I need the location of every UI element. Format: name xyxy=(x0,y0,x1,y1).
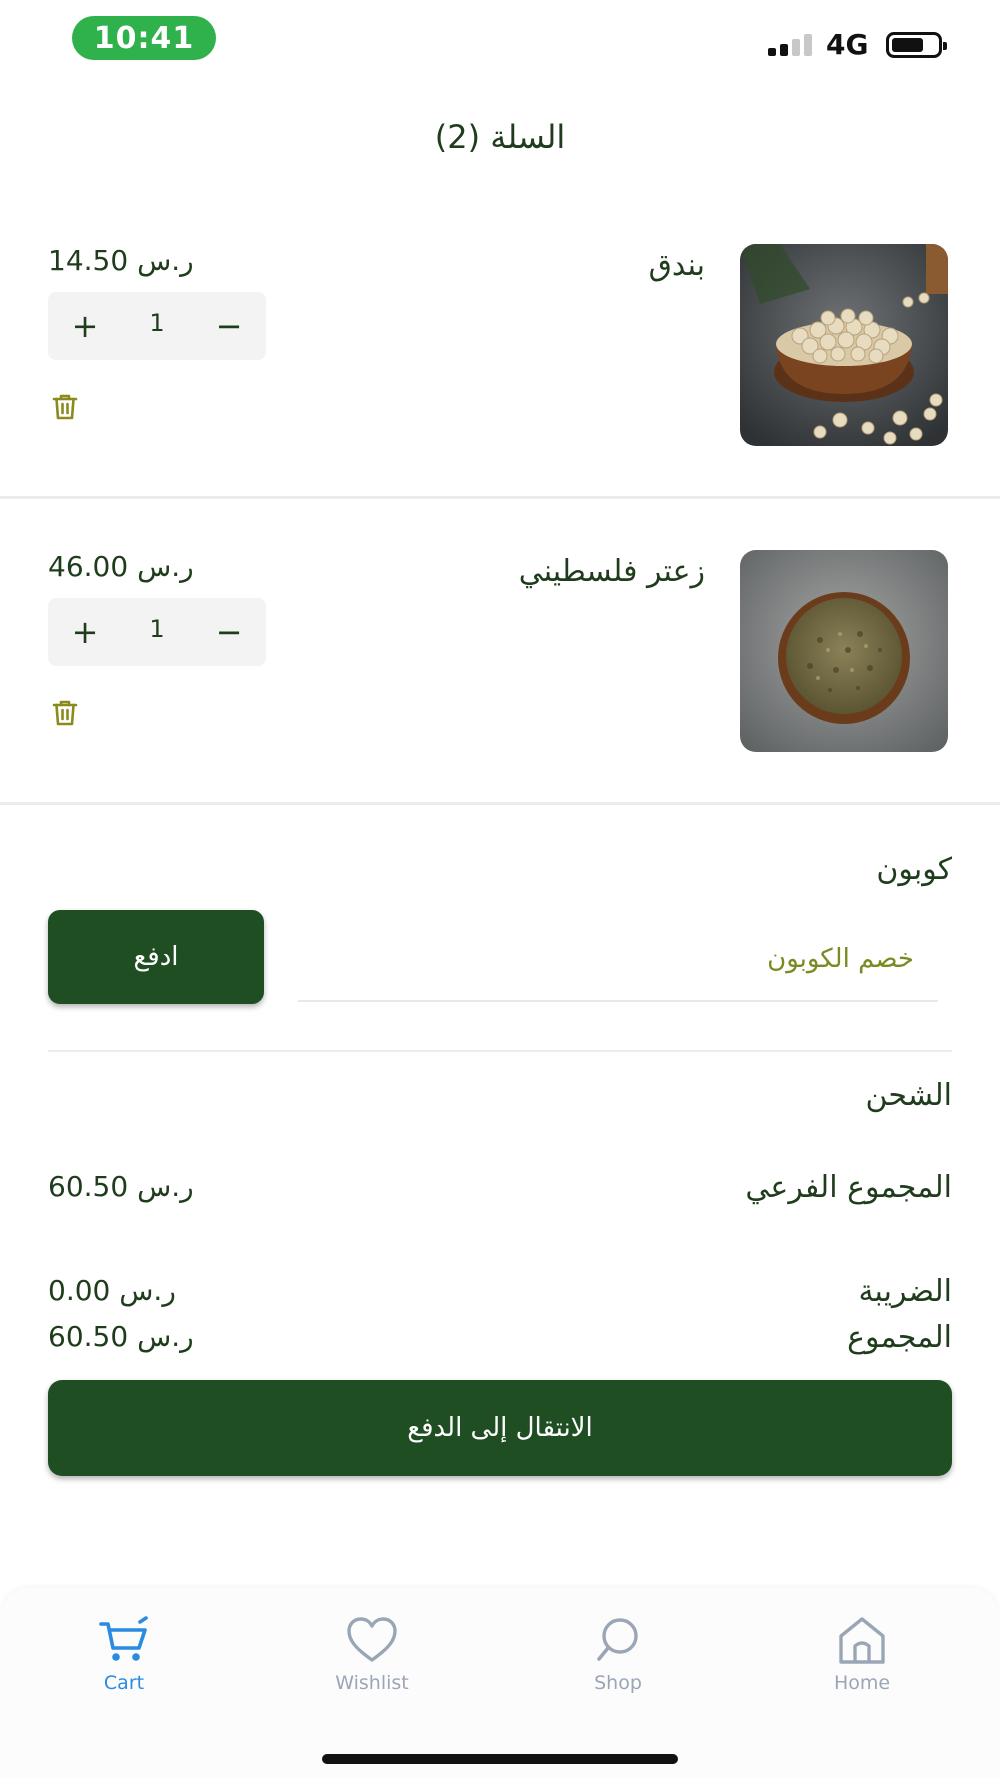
tax-value: ر.س 0.00 xyxy=(48,1274,176,1307)
quantity-value: 1 xyxy=(149,615,165,643)
subtotal-label: المجموع الفرعي xyxy=(745,1170,952,1205)
shipping-label: الشحن xyxy=(865,1078,952,1113)
signal-icon xyxy=(768,34,812,56)
divider xyxy=(48,1050,952,1052)
status-time: 10:41 xyxy=(72,16,216,60)
apply-coupon-button[interactable]: ادفع xyxy=(48,910,264,1004)
product-name[interactable]: زعتر فلسطيني xyxy=(519,554,705,589)
page-title: السلة (2) xyxy=(434,118,566,156)
trash-icon[interactable] xyxy=(50,698,80,728)
nav-item-cart[interactable]: Cart xyxy=(54,1614,194,1694)
battery-icon xyxy=(886,32,947,58)
divider xyxy=(0,496,1000,499)
divider xyxy=(0,802,1000,805)
quantity-stepper: + 1 − xyxy=(48,292,266,360)
cart-item: بندق ر.س 14.50 + 1 − xyxy=(0,244,1000,550)
nav-item-shop[interactable]: Shop xyxy=(548,1614,688,1694)
trash-icon[interactable] xyxy=(50,392,80,422)
cart-icon xyxy=(99,1616,148,1661)
increment-button[interactable]: + xyxy=(48,307,122,345)
network-label: 4G xyxy=(826,28,869,61)
nav-label: Cart xyxy=(103,1672,145,1694)
product-name[interactable]: بندق xyxy=(649,248,705,283)
product-image-zaatar[interactable] xyxy=(740,550,948,752)
total-value: ر.س 60.50 xyxy=(48,1320,194,1353)
nav-label: Wishlist xyxy=(335,1672,409,1694)
product-image-hazelnut[interactable] xyxy=(740,244,948,446)
quantity-stepper: + 1 − xyxy=(48,598,266,666)
increment-button[interactable]: + xyxy=(48,613,122,651)
home-icon xyxy=(839,1617,885,1664)
total-label: المجموع xyxy=(847,1320,952,1355)
nav-label: Shop xyxy=(594,1672,642,1694)
product-price: ر.س 14.50 xyxy=(48,244,194,277)
nav-item-wishlist[interactable]: Wishlist xyxy=(302,1614,442,1694)
subtotal-value: ر.س 60.50 xyxy=(48,1170,194,1203)
nav-item-home[interactable]: Home xyxy=(792,1614,932,1694)
quantity-value: 1 xyxy=(149,309,165,337)
tax-label: الضريبة xyxy=(858,1274,952,1309)
decrement-button[interactable]: − xyxy=(192,613,266,651)
decrement-button[interactable]: − xyxy=(192,307,266,345)
bottom-nav: Cart Wishlist Shop Home xyxy=(0,1588,1000,1778)
home-indicator[interactable] xyxy=(322,1754,678,1764)
cart-item: زعتر فلسطيني ر.س 46.00 + 1 − xyxy=(0,550,1000,856)
product-price: ر.س 46.00 xyxy=(48,550,194,583)
heart-icon xyxy=(347,1617,397,1662)
coupon-input[interactable] xyxy=(298,918,938,1002)
checkout-button[interactable]: الانتقال إلى الدفع xyxy=(48,1380,952,1476)
search-icon xyxy=(597,1618,638,1661)
nav-label: Home xyxy=(833,1672,891,1694)
coupon-label: كوبون xyxy=(876,852,952,887)
cart-screen: 10:41 4G السلة (2) بندق ر.س 14.50 + 1 − … xyxy=(0,0,1000,1778)
